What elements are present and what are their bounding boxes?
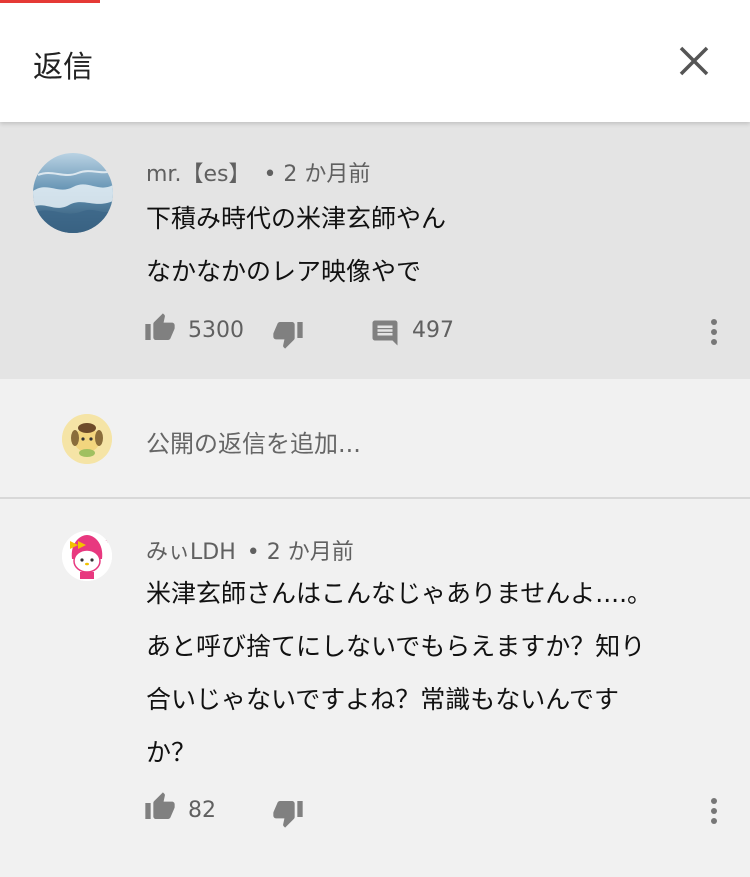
like-count: 82 — [188, 798, 216, 823]
progress-accent — [0, 0, 100, 3]
comment-text-line: なかなかのレア映像やで — [146, 257, 422, 286]
like-count: 5300 — [188, 318, 244, 343]
comment-text-line: か？ — [146, 738, 197, 767]
reply-header: 返信 — [0, 0, 750, 122]
close-icon — [679, 46, 709, 76]
close-button[interactable] — [676, 43, 712, 79]
svg-text:✦: ✦ — [105, 537, 111, 545]
thumbs-down-icon — [273, 322, 303, 349]
like-button[interactable] — [144, 791, 176, 823]
add-reply-row[interactable] — [0, 379, 750, 499]
comment-text-line: あと呼び捨てにしないでもらえますか？知り — [146, 632, 646, 661]
avatar[interactable] — [33, 153, 113, 233]
comment-text-line: 合いじゃないですよね？常識もないんです — [146, 685, 620, 714]
thumbs-up-icon — [145, 792, 175, 819]
comment-author[interactable]: mr.【es】 — [146, 162, 250, 187]
comment-time: • 2 か月前 — [246, 540, 354, 565]
reply-input[interactable]: 公開の返信を追加... — [146, 424, 361, 459]
dislike-button[interactable] — [272, 797, 304, 829]
avatar — [62, 414, 112, 464]
comment-time: • 2 か月前 — [263, 162, 371, 187]
main-comment: mr.【es】 • 2 か月前 下積み時代の米津玄師やん なかなかのレア映像やで… — [0, 122, 750, 379]
comment-author[interactable]: みぃLDH — [146, 540, 236, 565]
comment-text-line: 下積み時代の米津玄師やん — [146, 204, 447, 233]
more-options-button[interactable] — [709, 798, 719, 828]
dislike-button[interactable] — [272, 318, 304, 350]
reply-comment: ✦ みぃLDH • 2 か月前 米津玄師さんはこんなじゃありませんよ....。 … — [0, 499, 750, 877]
reply-count: 497 — [412, 318, 454, 343]
thumbs-down-icon — [273, 801, 303, 828]
more-vert-icon — [711, 798, 717, 804]
reply-count-button[interactable] — [370, 318, 400, 348]
more-options-button[interactable] — [709, 319, 719, 349]
like-button[interactable] — [144, 312, 176, 344]
more-vert-icon — [711, 319, 717, 325]
comment-text-line: 米津玄師さんはこんなじゃありませんよ....。 — [146, 579, 653, 608]
page-title: 返信 — [33, 50, 93, 85]
avatar[interactable]: ✦ — [62, 531, 112, 581]
thumbs-up-icon — [145, 313, 175, 340]
comment-icon — [372, 320, 398, 346]
